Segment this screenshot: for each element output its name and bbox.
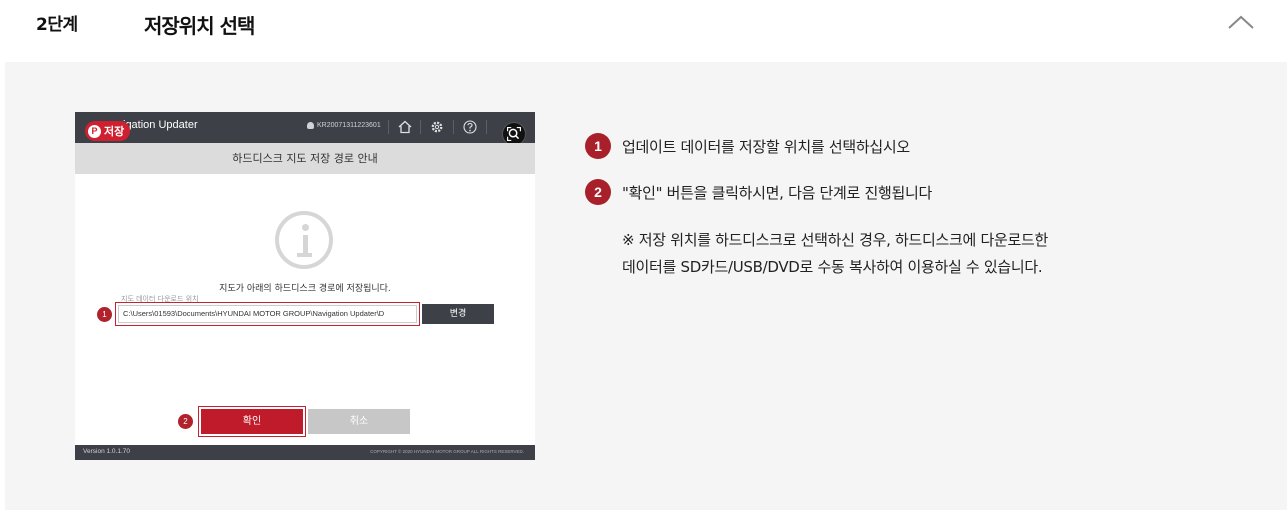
confirm-button[interactable]: 확인 (201, 409, 303, 434)
user-id-text: KR20071311223601 (317, 122, 381, 129)
instruction-text-1: 업데이트 데이터를 저장할 위치를 선택하십시오 (622, 138, 910, 156)
user-id: KR20071311223601 (307, 122, 381, 129)
note-line-2: 데이터를 SD카드/USB/DVD로 수동 복사하여 이용하실 수 있습니다. (622, 258, 1043, 276)
instruction-text-2: "확인" 버튼을 클릭하시면, 다음 단계로 진행됩니다 (622, 184, 933, 202)
marker-1: 1 (97, 307, 112, 322)
download-path-input[interactable]: C:\Users\01593\Documents\HYUNDAI MOTOR G… (118, 305, 417, 323)
home-icon[interactable] (398, 120, 412, 134)
info-icon-dot (302, 224, 309, 231)
info-icon (275, 211, 333, 269)
copyright-text: COPYRIGHT © 2020 HYUNDAI MOTOR GROUP ALL… (370, 449, 524, 454)
app-footer: Version 1.0.1.70 COPYRIGHT © 2020 HYUNDA… (75, 445, 535, 460)
storage-note: ※ 저장 위치를 하드디스크로 선택하신 경우, 하드디스크에 다운로드한 데이… (622, 227, 1048, 281)
instruction-number-2: 2 (585, 179, 611, 205)
version-text: Version 1.0.1.70 (83, 448, 130, 455)
divider (486, 120, 487, 134)
chevron-up-icon[interactable] (1227, 12, 1255, 32)
pin-save-label: 저장 (104, 125, 125, 138)
divider (453, 120, 454, 134)
updater-screenshot: igation Updater P 저장 KR20071311223601 하드… (75, 112, 535, 460)
step-header: 2단계 저장위치 선택 (0, 0, 1287, 62)
path-highlight: C:\Users\01593\Documents\HYUNDAI MOTOR G… (115, 302, 420, 326)
step-label: 2단계 (36, 15, 78, 35)
gear-icon[interactable] (430, 120, 444, 134)
info-icon-foot (297, 253, 312, 257)
pinterest-save-button[interactable]: P 저장 (85, 121, 131, 141)
app-titlebar: igation Updater P 저장 KR20071311223601 (75, 112, 535, 146)
divider (388, 120, 389, 134)
info-icon-bar (303, 235, 308, 255)
cancel-button[interactable]: 취소 (308, 409, 410, 434)
step-title: 저장위치 선택 (144, 14, 255, 38)
help-icon[interactable] (463, 120, 477, 134)
note-line-1: ※ 저장 위치를 하드디스크로 선택하신 경우, 하드디스크에 다운로드한 (622, 231, 1049, 249)
app-title: igation Updater (123, 119, 198, 131)
divider (420, 120, 421, 134)
save-path-message: 지도가 아래의 하드디스크 경로에 저장됩니다. (219, 284, 391, 294)
user-icon (307, 122, 314, 129)
instruction-number-1: 1 (585, 133, 611, 159)
dialog-subtitle: 하드디스크 지도 저장 경로 안내 (75, 143, 535, 174)
change-path-button[interactable]: 변경 (422, 304, 494, 324)
marker-2: 2 (178, 414, 193, 429)
pinterest-icon: P (88, 124, 101, 138)
confirm-highlight: 확인 (198, 406, 306, 437)
